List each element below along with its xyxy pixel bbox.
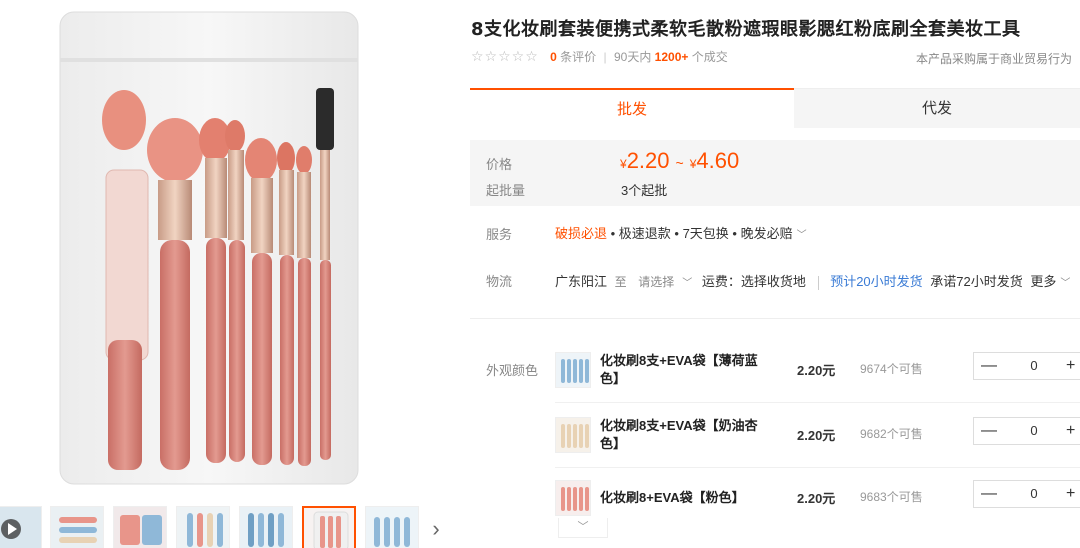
review-count[interactable]: 0: [550, 50, 557, 64]
minus-button[interactable]: —: [974, 481, 1004, 507]
quantity-stepper: — 0 +: [973, 352, 1080, 380]
thumbnail[interactable]: [365, 506, 419, 548]
sku-stock: 9683个可售: [860, 490, 923, 504]
row-divider: [555, 467, 1080, 468]
freight-info: 运费：选择收货地: [701, 274, 806, 289]
thumbnail-strip: ›: [0, 502, 450, 548]
price-high: 4.60: [696, 148, 740, 173]
sku-name: 化妆刷8支+EVA袋【薄荷蓝色】: [600, 353, 758, 386]
sku-stock: 9674个可售: [860, 362, 923, 376]
thumbnail[interactable]: [239, 506, 293, 548]
main-product-image[interactable]: [50, 10, 370, 488]
tab-wholesale[interactable]: 批发: [470, 88, 794, 128]
quantity-input[interactable]: 0: [1004, 481, 1064, 507]
quantity-input[interactable]: 0: [1004, 353, 1064, 379]
thumbnail[interactable]: [50, 506, 104, 548]
ship-origin: 广东阳江: [555, 274, 608, 289]
sku-price: 2.20元: [797, 363, 836, 378]
quantity-stepper: — 0 +: [973, 417, 1080, 445]
thumbnail-selected[interactable]: [302, 506, 356, 548]
moq-value: 3个起批: [621, 183, 668, 198]
sales-count: 1200+: [654, 50, 689, 64]
sku-label: 外观颜色: [486, 363, 539, 378]
more-link[interactable]: 更多: [1030, 274, 1056, 289]
quantity-input[interactable]: 0: [1004, 418, 1064, 444]
rating-row: ☆☆☆☆☆ 0 条评价 | 90天内 1200+ 个成交: [471, 48, 728, 64]
sku-row: 化妆刷8支+EVA袋【薄荷蓝色】 2.20元 9674个可售 — 0 +: [555, 352, 1080, 412]
product-title: 8支化妆刷套装便携式柔软毛散粉遮瑕眼影腮红粉底刷全套美妆工具: [471, 19, 1021, 40]
sales-suffix: 个成交: [691, 50, 728, 64]
sales-period: 90天内: [613, 50, 652, 64]
sku-thumbnail[interactable]: [555, 417, 591, 453]
service-label: 服务: [486, 227, 513, 242]
sku-stock: 9682个可售: [860, 427, 923, 441]
destination-select[interactable]: 请选择: [638, 275, 674, 289]
sku-price: 2.20元: [797, 428, 836, 443]
logistics-label: 物流: [486, 274, 513, 289]
service-row[interactable]: 破损必退 • 极速退款 • 7天包换 • 晚发必赔 ﹀: [555, 223, 807, 242]
price-box: 价格 ¥2.20 ~ ¥4.60 起批量 3个起批: [470, 140, 1080, 206]
price-range: ¥2.20 ~ ¥4.60: [620, 148, 739, 174]
service-items: • 极速退款 • 7天包换 • 晚发必赔: [607, 226, 793, 241]
eta-info[interactable]: 预计20小时发货: [830, 274, 922, 289]
tab-dropship[interactable]: 代发: [794, 88, 1080, 128]
chevron-right-icon[interactable]: ›: [426, 514, 446, 544]
chevron-down-icon[interactable]: ﹀: [682, 278, 692, 289]
divider: [817, 275, 819, 290]
plus-button[interactable]: +: [1066, 418, 1080, 444]
service-highlight: 破损必退: [555, 226, 608, 241]
plus-button[interactable]: +: [1066, 353, 1080, 379]
sku-name: 化妆刷8+EVA袋【粉色】: [600, 490, 745, 505]
ship-to-label: 至: [614, 275, 627, 289]
currency-symbol: ¥: [620, 157, 627, 171]
video-thumbnail[interactable]: [0, 506, 42, 548]
section-divider: [470, 318, 1080, 319]
sku-thumbnail[interactable]: [555, 352, 591, 388]
price-tilde: ~: [675, 155, 684, 171]
logistics-row: 广东阳江 至 请选择 ﹀ 运费：选择收货地 预计20小时发货 承诺72小时发货 更…: [555, 271, 1070, 290]
sku-price: 2.20元: [797, 491, 836, 506]
ship-promise: 承诺72小时发货: [930, 274, 1023, 289]
quantity-stepper: — 0 +: [973, 480, 1080, 508]
thumbnail[interactable]: [176, 506, 230, 548]
sku-name: 化妆刷8支+EVA袋【奶油杏色】: [600, 418, 758, 451]
chevron-down-icon[interactable]: ﹀: [558, 518, 608, 538]
minus-button[interactable]: —: [974, 418, 1004, 444]
chevron-down-icon[interactable]: ﹀: [1060, 278, 1070, 289]
minus-button[interactable]: —: [974, 353, 1004, 379]
sku-row: 化妆刷8支+EVA袋【奶油杏色】 2.20元 9682个可售 — 0 +: [555, 417, 1080, 477]
row-divider: [555, 402, 1080, 403]
price-label: 价格: [486, 157, 513, 172]
sku-thumbnail[interactable]: [555, 480, 591, 516]
thumbnail[interactable]: [113, 506, 167, 548]
price-low: 2.20: [626, 148, 670, 173]
star-rating-icon: ☆☆☆☆☆: [471, 48, 539, 64]
moq-label: 起批量: [486, 183, 526, 198]
plus-button[interactable]: +: [1066, 481, 1080, 507]
purchase-mode-tabs: 批发 代发: [470, 88, 1080, 128]
sku-row: 化妆刷8+EVA袋【粉色】 2.20元 9683个可售 — 0 +: [555, 480, 1080, 540]
chevron-down-icon[interactable]: ﹀: [797, 230, 807, 241]
business-note: 本产品采购属于商业贸易行为: [915, 52, 1072, 66]
review-label[interactable]: 条评价: [560, 50, 596, 64]
